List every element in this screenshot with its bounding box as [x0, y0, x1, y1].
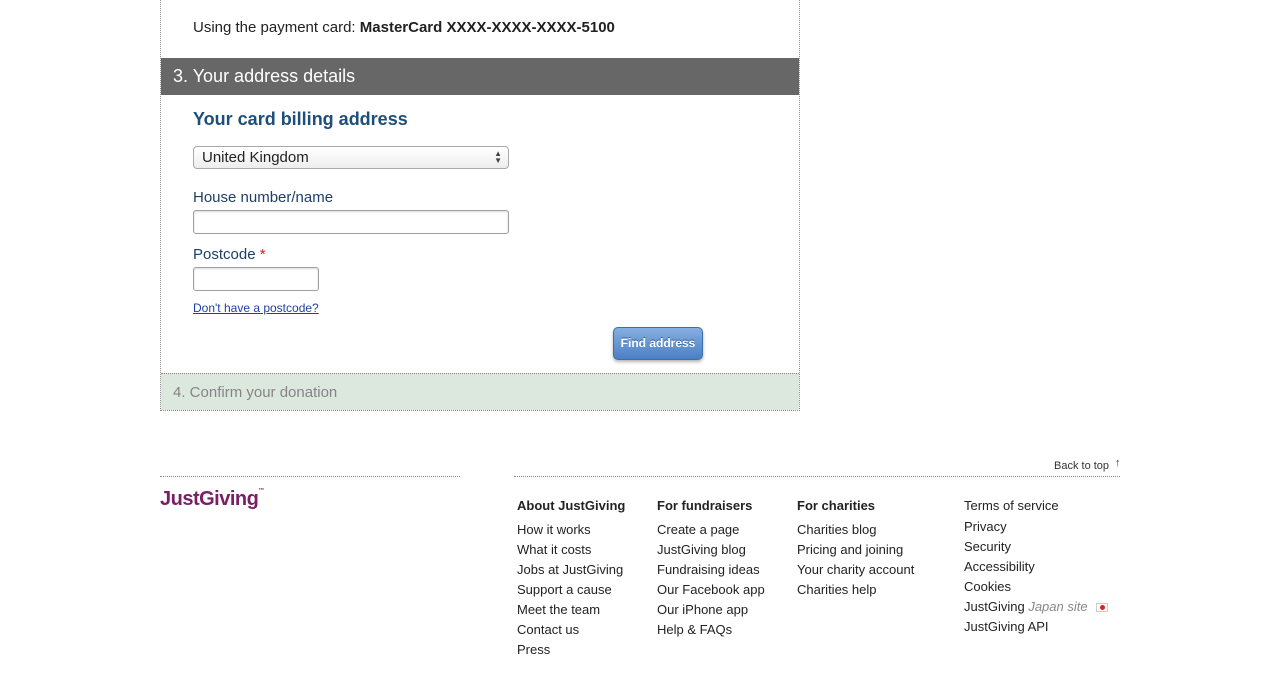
payment-card-value: MasterCard XXXX-XXXX-XXXX-5100	[359, 19, 615, 36]
footer-link[interactable]: What it costs	[517, 540, 625, 560]
footer-link[interactable]: Press	[517, 640, 625, 660]
footer-link[interactable]: Privacy	[964, 517, 1108, 537]
footer-about-column: About JustGiving How it works What it co…	[517, 497, 625, 660]
footer-link[interactable]: Jobs at JustGiving	[517, 560, 625, 580]
footer-link[interactable]: Terms of service	[964, 497, 1108, 517]
footer-link[interactable]: Contact us	[517, 620, 625, 640]
step-3-header: 3. Your address details	[161, 58, 799, 95]
required-asterisk: *	[259, 246, 266, 263]
footer-legal-column: Terms of service Privacy Security Access…	[964, 497, 1108, 637]
footer-link[interactable]: Cookies	[964, 577, 1108, 597]
footer-link[interactable]: Fundraising ideas	[657, 560, 765, 580]
find-address-button[interactable]: Find address	[613, 327, 703, 360]
footer-divider-left	[160, 476, 460, 477]
japan-site-muted: Japan site	[1028, 599, 1088, 614]
footer-link[interactable]: JustGiving blog	[657, 540, 765, 560]
footer-charities-heading: For charities	[797, 498, 876, 513]
footer-fundraisers-heading: For fundraisers	[657, 498, 753, 513]
footer-link[interactable]: Security	[964, 537, 1108, 557]
house-number-label: House number/name	[193, 189, 334, 206]
payment-card-prefix: Using the payment card:	[193, 19, 360, 36]
footer-link[interactable]: Accessibility	[964, 557, 1108, 577]
footer-link[interactable]: Pricing and joining	[797, 540, 914, 560]
billing-address-title: Your card billing address	[193, 109, 408, 129]
country-selected-value: United Kingdom	[202, 149, 309, 166]
footer-charities-column: For charities Charities blog Pricing and…	[797, 497, 914, 600]
footer-about-heading: About JustGiving	[517, 498, 626, 513]
japan-flag-icon	[1095, 603, 1108, 613]
footer-link[interactable]: Help & FAQs	[657, 620, 765, 640]
footer-link[interactable]: JustGiving API	[964, 617, 1108, 637]
footer-japan-site-link[interactable]: JustGiving Japan site	[964, 597, 1108, 617]
postcode-label-text: Postcode	[193, 246, 256, 263]
country-select[interactable]: United Kingdom ▲ ▼	[193, 146, 509, 169]
back-to-top-link[interactable]: Back to top	[1054, 460, 1109, 472]
donation-form-panel: Using the payment card: MasterCard XXXX-…	[160, 0, 800, 411]
no-postcode-link[interactable]: Don't have a postcode?	[193, 301, 319, 315]
footer-link[interactable]: Our iPhone app	[657, 600, 765, 620]
logo-trademark: ™	[258, 488, 264, 494]
footer-divider-right	[514, 476, 1120, 477]
footer-link[interactable]: Charities help	[797, 580, 914, 600]
japan-site-main: JustGiving	[964, 599, 1029, 614]
footer-link[interactable]: Create a page	[657, 520, 765, 540]
footer-fundraisers-column: For fundraisers Create a page JustGiving…	[657, 497, 765, 640]
footer-link[interactable]: Our Facebook app	[657, 580, 765, 600]
postcode-label: Postcode *	[193, 246, 266, 263]
logo-text: JustGiving	[160, 488, 259, 510]
footer-link[interactable]: Support a cause	[517, 580, 625, 600]
footer-link[interactable]: How it works	[517, 520, 625, 540]
arrow-up-icon: ↑	[1115, 457, 1121, 469]
justgiving-logo[interactable]: JustGiving™	[160, 488, 264, 511]
postcode-input[interactable]	[193, 267, 319, 291]
footer-link[interactable]: Charities blog	[797, 520, 914, 540]
footer-link[interactable]: Meet the team	[517, 600, 625, 620]
footer-link[interactable]: Your charity account	[797, 560, 914, 580]
house-number-input[interactable]	[193, 210, 509, 234]
step-4-header[interactable]: 4. Confirm your donation	[161, 373, 799, 410]
payment-card-line: Using the payment card: MasterCard XXXX-…	[193, 19, 615, 36]
select-arrows-icon: ▲ ▼	[494, 149, 502, 165]
